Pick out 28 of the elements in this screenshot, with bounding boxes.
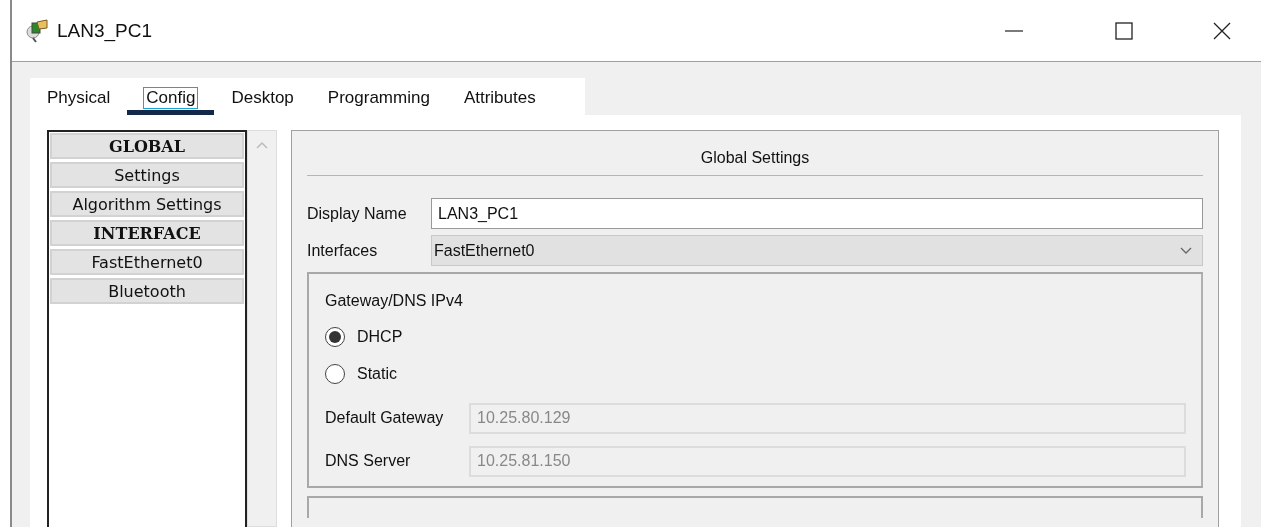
tab[interactable]: Attributes	[446, 78, 553, 115]
sidebar-item[interactable]: Bluetooth	[50, 278, 244, 304]
panel-title: Global Settings	[699, 148, 811, 168]
sidebar-item[interactable]: FastEthernet0	[50, 249, 244, 275]
radio-label[interactable]: Static	[357, 364, 397, 383]
scrollbar[interactable]	[247, 130, 277, 527]
network-pc-icon	[25, 18, 49, 43]
maximize-icon[interactable]	[1115, 21, 1133, 40]
field-label: Default Gateway	[325, 409, 445, 427]
tab[interactable]: Programming	[310, 78, 447, 115]
tab[interactable]: Physical	[40, 78, 128, 115]
radio-label[interactable]: DHCP	[357, 327, 403, 346]
field-label: Display Name	[307, 204, 408, 223]
tab[interactable]: Desktop	[214, 78, 311, 115]
field-label: Interfaces	[307, 241, 379, 260]
close-icon[interactable]	[1213, 21, 1231, 40]
radio-button[interactable]	[325, 363, 345, 384]
sidebar-item[interactable]: Settings	[50, 162, 244, 188]
dropdown[interactable]: FastEthernet0	[431, 235, 1203, 266]
chevron-down-icon	[1180, 246, 1192, 255]
text-field[interactable]: LAN3_PC1	[431, 198, 1203, 229]
radio-button[interactable]	[325, 326, 345, 347]
sidebar-item[interactable]: Algorithm Settings	[50, 191, 244, 217]
section-header[interactable]: GLOBAL	[50, 133, 244, 159]
field-label: DNS Server	[325, 452, 412, 470]
group-title: Gateway/DNS IPv4	[325, 292, 464, 310]
section-header[interactable]: INTERFACE	[50, 220, 244, 246]
window-title: LAN3_PC1	[57, 19, 153, 42]
